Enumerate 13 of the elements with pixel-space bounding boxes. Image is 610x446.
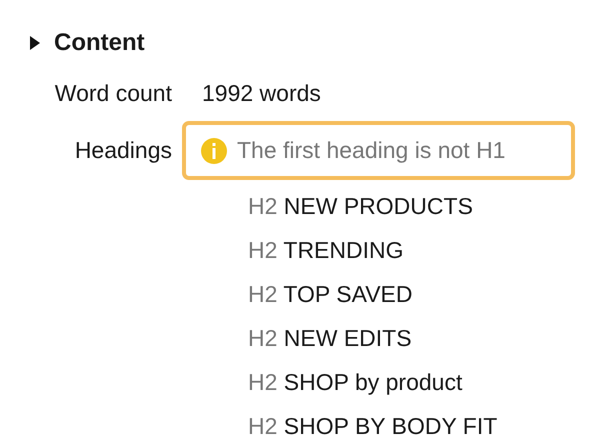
warning-text: The first heading is not H1: [237, 137, 506, 164]
heading-item: H2 TRENDING: [248, 236, 405, 265]
section-title: Content: [54, 29, 145, 57]
caret-icon[interactable]: [30, 36, 40, 50]
field-value: 1992 words: [202, 80, 322, 107]
heading-item: H2 NEW EDITS: [248, 324, 413, 353]
heading-item: H2 TOP SAVED: [248, 280, 414, 309]
heading-item: H2 NEW PRODUCTS: [248, 192, 474, 221]
field-label: Word count: [54, 80, 172, 107]
heading-item: H2 SHOP by product: [248, 368, 464, 397]
heading-item: H2 SHOP BY BODY FIT: [248, 412, 498, 441]
field-label: Headings: [74, 137, 172, 164]
info-icon: [201, 138, 227, 164]
